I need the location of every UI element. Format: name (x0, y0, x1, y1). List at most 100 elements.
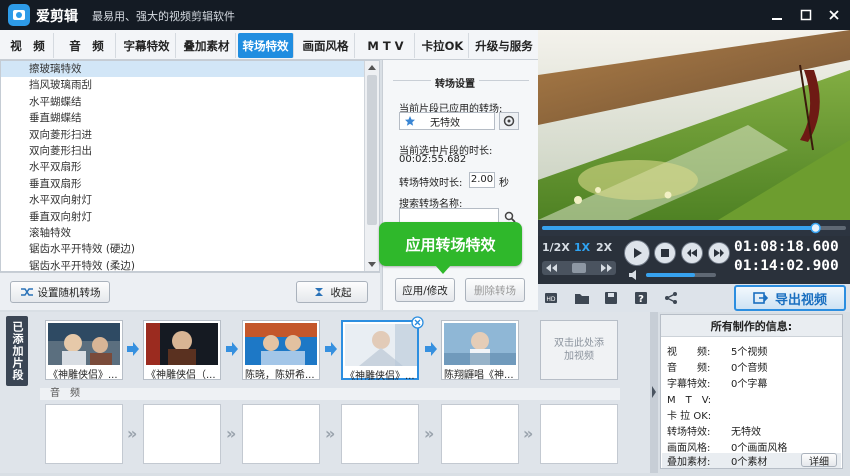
collapse-button[interactable]: 收起 (296, 281, 368, 303)
double-chevron-icon: » (523, 424, 534, 443)
volume-slider[interactable] (646, 273, 716, 277)
tab-audio[interactable]: 音 频 (58, 33, 116, 58)
list-item[interactable]: 水平双扇形 (1, 159, 379, 175)
export-button-label: 导出视频 (774, 292, 827, 308)
previous-frame-icon[interactable] (681, 242, 703, 264)
collapse-icon (314, 288, 323, 296)
speed-slider[interactable] (542, 261, 616, 275)
clip-thumbnail[interactable]: 陈晓，陈妍希... (242, 320, 320, 381)
add-video-hint: 双击此处添加视频 (554, 338, 604, 362)
stop-icon[interactable] (654, 242, 676, 264)
effect-duration-input[interactable]: 2.00 (469, 172, 495, 188)
audio-slot[interactable] (540, 404, 618, 464)
export-video-button[interactable]: 导出视频 (734, 285, 846, 311)
app-logo-icon (8, 4, 30, 26)
clip-thumbnail[interactable]: 《神雕侠侣（... (143, 320, 221, 381)
list-item[interactable]: 锯齿水平开特效 (柔边) (1, 258, 379, 271)
info-value: 5个视频 (731, 347, 768, 358)
tab-karaoke[interactable]: 卡拉OK (417, 33, 469, 58)
detail-button[interactable]: 详细 (801, 453, 837, 468)
project-info-panel: 所有制作的信息: 视 频: 5个视频 音 频: 0个音频 字幕特效: 0个字幕 M T… (660, 314, 843, 469)
apply-transition-button[interactable]: 应用/修改 (395, 278, 455, 302)
hd-icon[interactable]: HD (544, 291, 558, 305)
help-icon[interactable]: ? (634, 291, 648, 305)
clip-thumbnail-selected[interactable]: 《神雕侠侣》... (341, 320, 419, 382)
title-bar: 爱剪辑 最易用、强大的视频剪辑软件 (0, 0, 850, 30)
info-value: 0个字幕 (731, 379, 768, 390)
info-title: 所有制作的信息: (661, 315, 842, 337)
info-row: 画面风格: 0个画面风格 (667, 439, 787, 454)
pick-transition-icon[interactable] (499, 112, 519, 130)
list-item[interactable]: 擦玻璃特效 (1, 61, 379, 78)
info-key: 音 频: (667, 363, 711, 374)
speed-2x[interactable]: 2X (596, 241, 612, 254)
list-actions: 设置随机转场 收起 (0, 272, 380, 310)
list-item[interactable]: 锯齿水平开特效 (硬边) (1, 241, 379, 257)
clip-caption: 《神雕侠侣（... (146, 370, 216, 381)
list-item[interactable]: 垂直蝴蝶结 (1, 110, 379, 126)
info-value: 0个素材 (731, 457, 768, 468)
add-video-slot[interactable]: 双击此处添加视频 (540, 320, 618, 380)
playback-progress-bar[interactable] (538, 220, 850, 236)
maximize-icon[interactable] (797, 6, 815, 24)
folder-icon[interactable] (574, 291, 590, 305)
info-panel-splitter[interactable] (650, 312, 658, 473)
next-frame-icon[interactable] (708, 242, 730, 264)
list-item[interactable]: 垂直双扇形 (1, 176, 379, 192)
close-icon[interactable] (825, 6, 843, 24)
progress-handle[interactable] (810, 222, 821, 234)
tab-mtv[interactable]: M T V (357, 33, 415, 58)
set-random-transition-button[interactable]: 设置随机转场 (10, 281, 110, 303)
main-tabs: 视 频 音 频 字幕特效 叠加素材 转场特效 画面风格 M T V 卡拉OK 升… (0, 30, 538, 60)
share-icon[interactable] (664, 291, 678, 305)
arrow-right-icon (425, 342, 437, 356)
remove-clip-icon[interactable] (411, 316, 424, 329)
list-item[interactable]: 滚轴特效 (1, 225, 379, 241)
audio-slot[interactable] (45, 404, 123, 464)
minimize-icon[interactable] (768, 6, 786, 24)
play-icon[interactable] (624, 240, 650, 266)
info-key: 卡 拉 OK: (667, 411, 712, 422)
shuffle-icon (20, 288, 33, 296)
arrow-right-icon (325, 342, 337, 356)
tab-picture-style[interactable]: 画面风格 (297, 33, 355, 58)
audio-slot[interactable] (242, 404, 320, 464)
list-item[interactable]: 双向菱形扫出 (1, 143, 379, 159)
audio-slot[interactable] (143, 404, 221, 464)
save-icon[interactable] (604, 291, 618, 305)
settings-title: 转场设置 (431, 75, 479, 90)
collapse-button-label: 收起 (330, 286, 352, 299)
audio-slot[interactable] (441, 404, 519, 464)
info-key: 转场特效: (667, 427, 711, 438)
list-item[interactable]: 垂直双向射灯 (1, 209, 379, 225)
info-value: 0个音频 (731, 363, 768, 374)
info-row: 音 频: 0个音频 (667, 359, 767, 374)
volume-icon[interactable] (628, 270, 640, 280)
random-button-label: 设置随机转场 (37, 286, 101, 299)
info-row: 视 频: 5个视频 (667, 343, 767, 358)
speed-half[interactable]: 1/2X (542, 241, 570, 254)
clip-thumbnail[interactable]: 《神雕侠侣》... (45, 320, 123, 381)
clip-duration-value: 00:02:55.682 (399, 154, 467, 165)
tab-overlay[interactable]: 叠加素材 (178, 33, 236, 58)
info-row: 卡 拉 OK: (667, 407, 711, 422)
tab-transitions[interactable]: 转场特效 (238, 33, 294, 58)
info-key: 字幕特效: (667, 379, 711, 390)
list-item[interactable]: 挡风玻璃雨刮 (1, 77, 379, 93)
app-name: 爱剪辑 (36, 9, 78, 25)
list-item[interactable]: 水平双向射灯 (1, 192, 379, 208)
audio-slot[interactable] (341, 404, 419, 464)
svg-text:?: ? (638, 294, 644, 305)
volume-level (646, 273, 695, 277)
delete-transition-button[interactable]: 删除转场 (465, 278, 525, 302)
applied-transition-field: 无特效 (399, 112, 495, 130)
speed-1x[interactable]: 1X (574, 241, 590, 254)
tab-upgrade-service[interactable]: 升级与服务 (472, 33, 536, 58)
list-scrollbar[interactable] (364, 61, 379, 271)
clip-thumbnail[interactable]: 陈翔鼲唱《神... (441, 320, 519, 381)
svg-text:HD: HD (546, 296, 556, 303)
list-item[interactable]: 双向菱形扫进 (1, 127, 379, 143)
list-item[interactable]: 水平蝴蝶结 (1, 94, 379, 110)
tab-subtitle-effects[interactable]: 字幕特效 (118, 33, 176, 58)
tab-video[interactable]: 视 频 (2, 33, 54, 58)
